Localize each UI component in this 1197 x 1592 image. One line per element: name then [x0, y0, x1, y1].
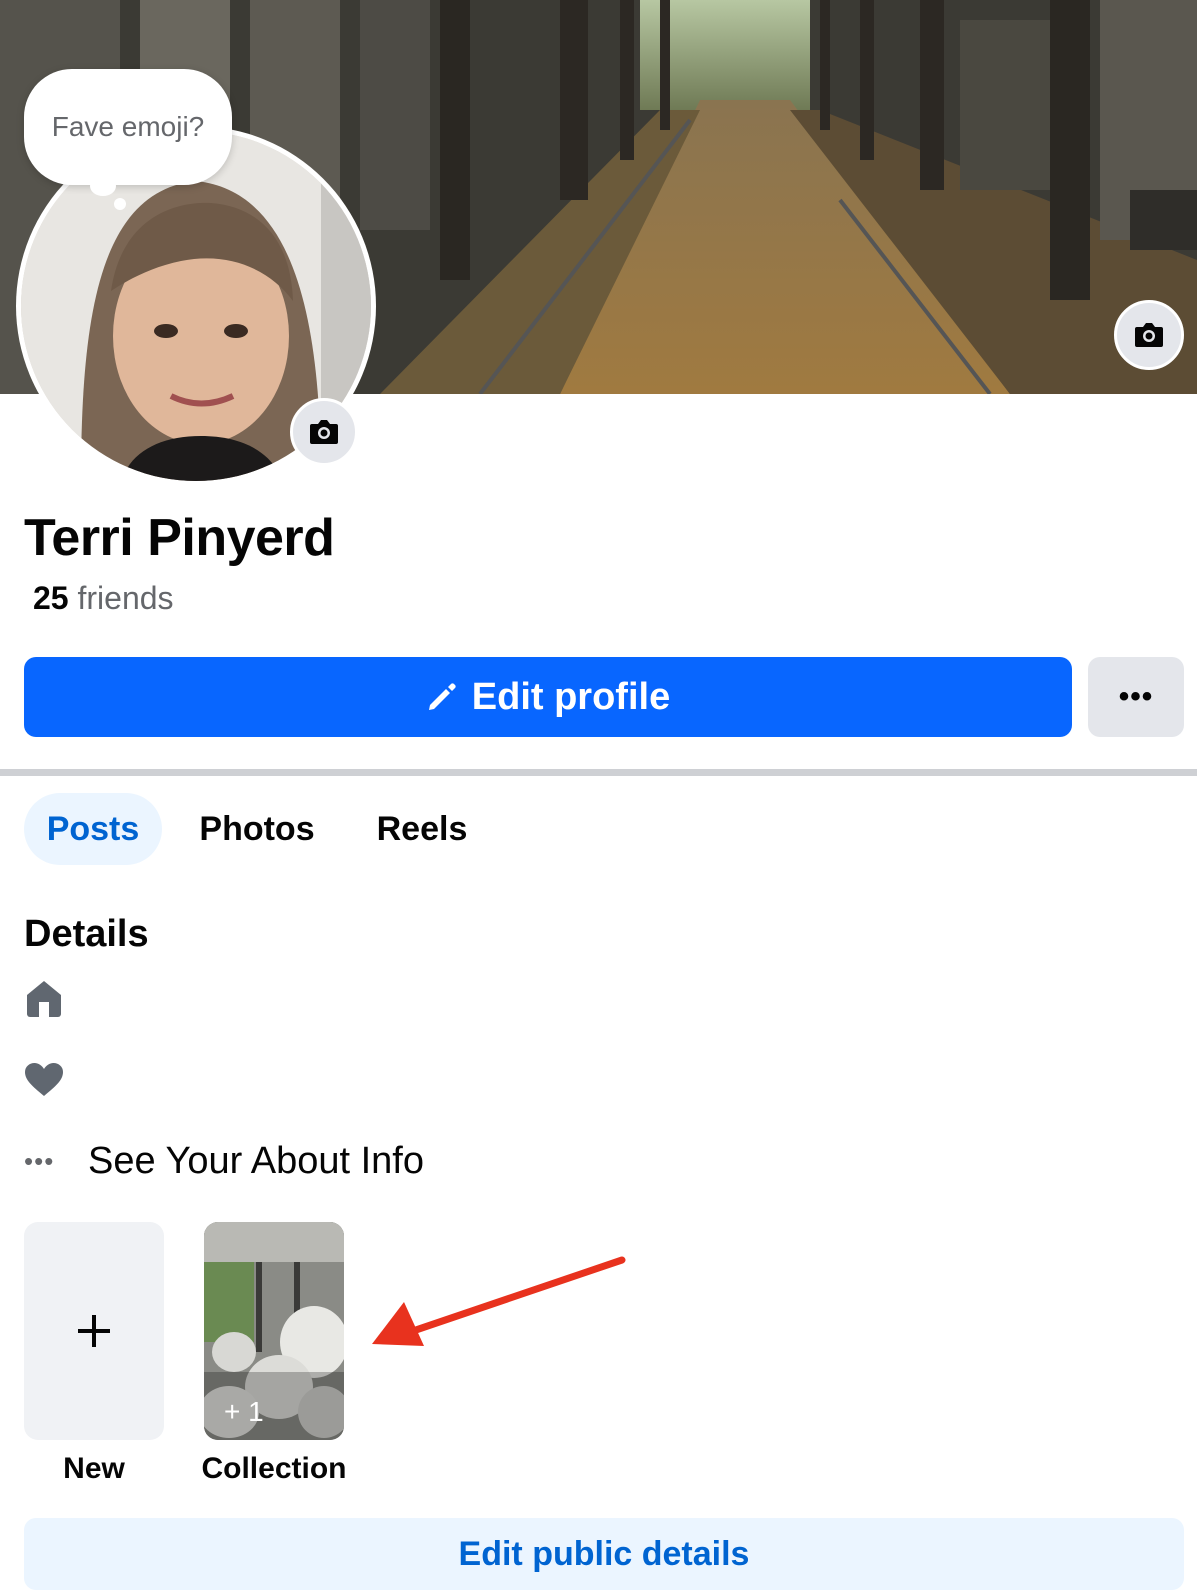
see-about-info-label: See Your About Info — [88, 1140, 424, 1182]
thought-bubble-tail-small — [114, 198, 126, 210]
profile-name: Terri Pinyerd — [24, 509, 335, 567]
edit-profile-label: Edit profile — [471, 675, 671, 718]
thought-bubble-tail — [90, 176, 116, 196]
collection-label: Collection — [201, 1452, 347, 1485]
new-featured-label: New — [63, 1452, 125, 1485]
more-options-button[interactable]: ••• — [1088, 657, 1184, 737]
home-icon — [27, 981, 61, 1017]
heart-icon — [25, 1063, 63, 1096]
details-heading: Details — [24, 913, 149, 955]
profile-picture-camera-button[interactable] — [290, 398, 358, 466]
friends-number: 25 — [33, 580, 69, 616]
cover-photo-camera-button[interactable] — [1114, 300, 1184, 370]
annotation-arrow-icon — [372, 1256, 626, 1346]
thought-bubble-text: Fave emoji? — [51, 111, 205, 142]
tab-reels[interactable]: Reels — [364, 793, 480, 865]
see-about-info-link[interactable]: ••• See Your About Info — [24, 1140, 424, 1183]
edit-public-details-label: Edit public details — [458, 1534, 750, 1573]
camera-icon — [310, 420, 338, 444]
ellipsis-icon: ••• — [24, 1146, 55, 1176]
camera-icon — [1135, 323, 1163, 347]
new-featured-button[interactable] — [24, 1222, 164, 1440]
more-options-icon: ••• — [1118, 680, 1154, 713]
friends-label: friends — [68, 580, 174, 616]
plus-icon — [78, 1315, 110, 1347]
tab-posts[interactable]: Posts — [24, 793, 162, 865]
pencil-icon — [428, 683, 456, 710]
friends-count[interactable]: 25 friends — [33, 580, 174, 617]
collection-count: + 1 — [224, 1396, 264, 1427]
section-divider — [0, 769, 1197, 776]
edit-public-details-button[interactable]: Edit public details — [24, 1518, 1184, 1590]
featured-collection-card[interactable]: + 1 — [204, 1222, 344, 1440]
thought-bubble[interactable]: Fave emoji? — [24, 69, 232, 185]
edit-profile-button[interactable]: Edit profile — [24, 657, 1072, 737]
tab-photos[interactable]: Photos — [186, 793, 328, 865]
